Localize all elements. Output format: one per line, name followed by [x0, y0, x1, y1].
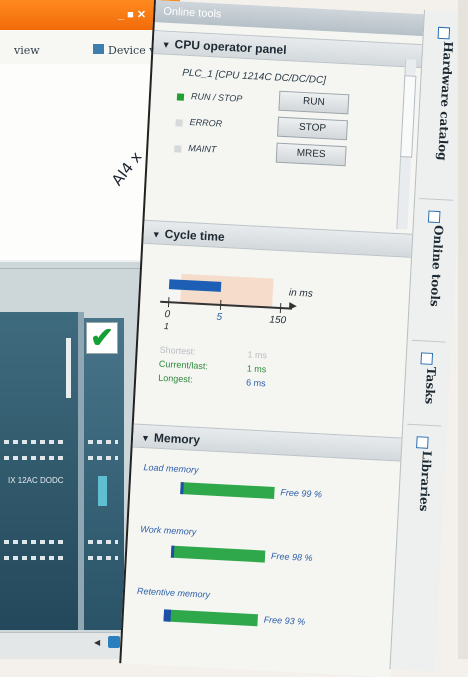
retentive-memory-label: Retentive memory — [136, 585, 211, 600]
memory-header[interactable]: ▼ Memory — [132, 423, 404, 462]
terminal-row — [88, 440, 118, 444]
collapse-icon: ▼ — [151, 229, 161, 240]
tab-online-tools[interactable]: Online tools — [420, 224, 445, 307]
tick-sublabel: 1 — [163, 320, 170, 332]
window-controls[interactable]: _ ■ ✕ — [118, 10, 146, 21]
retentive-memory-free: Free 93 % — [263, 614, 306, 627]
work-memory-used — [170, 545, 175, 558]
online-tools-icon — [427, 210, 441, 224]
error-led — [175, 119, 183, 127]
load-memory-used — [180, 482, 184, 495]
navigation-icon[interactable] — [108, 636, 120, 648]
mres-button[interactable]: MRES — [275, 142, 347, 167]
memory-title: Memory — [153, 430, 201, 447]
tick-label: 5 — [216, 311, 223, 323]
cycle-unit: in ms — [288, 287, 314, 300]
retentive-memory-bar — [163, 609, 258, 627]
terminal-row — [88, 540, 118, 544]
hardware-catalog-icon — [437, 26, 451, 40]
module-slot — [98, 476, 107, 506]
error-label: ERROR — [189, 117, 223, 129]
longest-value: 6 ms — [245, 377, 266, 389]
plc-led-strip — [66, 338, 71, 398]
current-value: 1 ms — [246, 363, 267, 375]
tab-divider — [407, 423, 442, 427]
cpu-panel-title: CPU operator panel — [174, 37, 287, 57]
run-button[interactable]: RUN — [278, 90, 350, 115]
load-memory-bar — [180, 482, 275, 499]
cycle-time-header[interactable]: ▼ Cycle time — [143, 219, 415, 258]
cpu-panel-header[interactable]: ▼ CPU operator panel — [153, 30, 425, 69]
work-memory-bar — [170, 545, 266, 563]
scroll-thumb[interactable] — [400, 75, 417, 158]
collapse-icon: ▼ — [161, 39, 171, 50]
online-tools-pane: Online tools ▼ CPU operator panel PLC_1 [… — [119, 0, 426, 677]
maint-led — [174, 145, 182, 153]
plc-device-name: PLC_1 [CPU 1214C DC/DC/DC] — [181, 67, 327, 87]
current-label: Current/last: — [158, 358, 209, 372]
libraries-icon — [416, 436, 429, 449]
tab-network-view[interactable]: view — [14, 44, 40, 57]
tab-tasks[interactable]: Tasks — [414, 366, 438, 405]
cycle-time-title: Cycle time — [164, 226, 226, 245]
tab-libraries[interactable]: Libraries — [409, 450, 434, 511]
terminal-row — [4, 556, 64, 560]
run-stop-led — [176, 93, 185, 101]
retentive-memory-used — [163, 609, 172, 622]
terminal-row — [88, 556, 118, 560]
tick-label: 150 — [269, 314, 287, 327]
tab-hardware-catalog[interactable]: Hardware catalog — [427, 41, 455, 161]
shortest-label: Shortest: — [159, 344, 196, 357]
run-stop-label: RUN / STOP — [190, 91, 243, 104]
tab-divider — [419, 198, 454, 201]
signal-module[interactable] — [84, 318, 124, 630]
plc-module-label: IX 12AC DODC — [8, 476, 64, 485]
work-memory-free: Free 98 % — [270, 550, 313, 564]
terminal-row — [4, 456, 64, 460]
scroll-left-icon[interactable]: ◀ — [94, 638, 100, 647]
collapse-icon: ▼ — [140, 432, 151, 444]
check-icon: ✔ — [86, 322, 118, 354]
longest-label: Longest: — [157, 372, 193, 385]
device-view-icon — [93, 44, 104, 54]
load-memory-label: Load memory — [143, 462, 199, 475]
load-memory-free: Free 99 % — [280, 487, 323, 500]
cycle-current-bar — [168, 279, 222, 292]
pane-title: Online tools — [154, 0, 426, 37]
maint-label: MAINT — [188, 143, 217, 155]
terminal-row — [4, 440, 64, 444]
terminal-row — [88, 456, 118, 460]
window-edge — [458, 0, 468, 659]
work-memory-label: Work memory — [140, 524, 197, 537]
tasks-icon — [420, 352, 434, 365]
stop-button[interactable]: STOP — [277, 116, 348, 141]
terminal-row — [4, 540, 64, 544]
tick-label: 0 — [164, 308, 171, 321]
axis-arrow-icon: ▶ — [288, 300, 298, 312]
shortest-value: 1 ms — [247, 349, 268, 361]
tab-divider — [411, 339, 446, 343]
